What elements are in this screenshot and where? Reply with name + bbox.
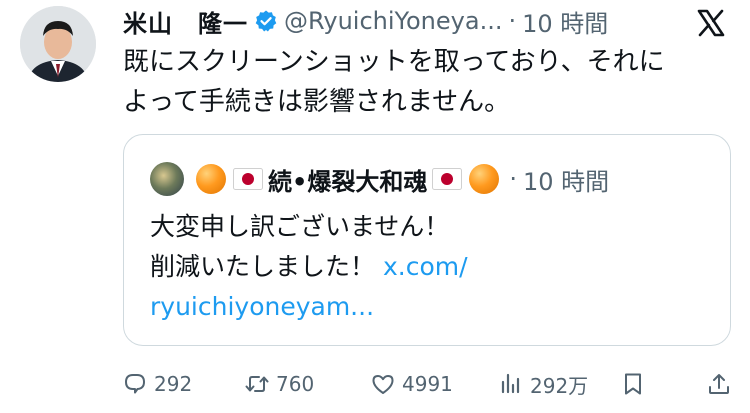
verified-badge-icon — [255, 10, 277, 32]
views-chart-icon — [501, 373, 520, 394]
quoted-author-name[interactable]: 続•爆裂大和魂 — [268, 162, 427, 197]
author-name[interactable]: 米山 隆一 — [123, 4, 248, 39]
bookmark-button[interactable] — [620, 366, 652, 402]
heart-icon — [372, 375, 394, 394]
quoted-post-timestamp[interactable]: 10 時間 — [523, 162, 609, 197]
japan-flag-icon — [432, 168, 463, 190]
orange-circle-emoji — [196, 164, 226, 194]
quoted-link[interactable]: x.com/ — [383, 252, 468, 281]
reply-count: 292 — [154, 372, 193, 396]
like-count: 4991 — [402, 372, 453, 396]
author-avatar-image — [20, 6, 96, 82]
post-timestamp[interactable]: 10 時間 — [522, 4, 608, 39]
japan-flag-icon — [233, 168, 263, 190]
repost-button[interactable]: 760 — [244, 366, 314, 402]
orange-circle-emoji — [469, 164, 500, 194]
post-text-line: 既にスクリーンショットを取っており、それに — [123, 47, 665, 77]
author-avatar[interactable] — [20, 6, 96, 82]
share-icon — [709, 374, 729, 394]
bookmark-icon — [625, 373, 641, 395]
x-logo-icon[interactable] — [696, 8, 726, 38]
header-separator: · — [508, 7, 517, 35]
quoted-header-separator: · — [509, 165, 517, 193]
quoted-text-line: 削減いたしました！ x.com/ — [150, 247, 710, 287]
share-button[interactable] — [706, 366, 738, 402]
author-handle[interactable]: @RyuichiYoneya... — [284, 7, 502, 35]
quoted-text-fragment: 削減いたしました！ — [150, 252, 383, 281]
repost-count: 760 — [276, 372, 315, 396]
post-text: 既にスクリーンショットを取っており、それに よって手続きは影響されません。 — [123, 42, 733, 122]
action-bar: 292 760 4991 292万 — [122, 366, 734, 402]
quoted-post-header: 続•爆裂大和魂 · 10 時間 — [150, 161, 609, 197]
reply-icon — [125, 374, 145, 394]
view-count: 292万 — [530, 373, 589, 398]
repost-icon — [245, 376, 269, 392]
quoted-link-continued[interactable]: ryuichiyoneyam... — [150, 287, 710, 327]
like-button[interactable]: 4991 — [370, 366, 453, 402]
quoted-text-line: 大変申し訳ございません！ — [150, 212, 450, 241]
quoted-post-card[interactable]: 続•爆裂大和魂 · 10 時間 大変申し訳ございません！ 削減いたしました！ x… — [123, 134, 731, 346]
post-text-line: よって手続きは影響されません。 — [123, 87, 511, 117]
views-button[interactable]: 292万 — [498, 366, 588, 402]
quoted-post-text: 大変申し訳ございません！ 削減いたしました！ x.com/ ryuichiyon… — [150, 207, 710, 327]
quoted-author-avatar[interactable] — [150, 162, 184, 196]
reply-button[interactable]: 292 — [122, 366, 192, 402]
post-header: 米山 隆一 @RyuichiYoneya... · 10 時間 — [123, 4, 608, 38]
